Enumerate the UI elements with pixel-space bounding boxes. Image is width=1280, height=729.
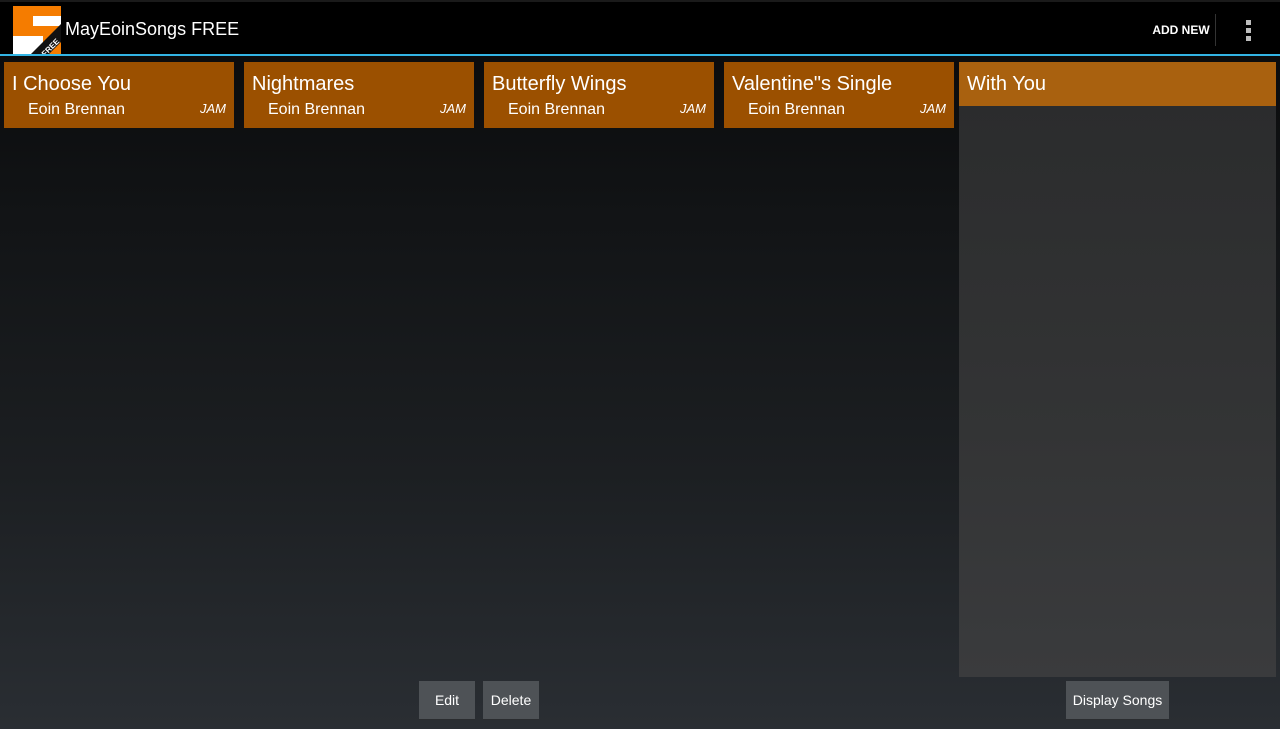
song-tag: JAM: [680, 101, 706, 116]
action-bar: FREE MayEoinSongs FREE ADD NEW: [0, 0, 1280, 58]
song-tag: JAM: [200, 101, 226, 116]
song-tile[interactable]: Butterfly Wings Eoin Brennan JAM: [484, 62, 714, 128]
display-songs-button[interactable]: Display Songs: [1066, 681, 1169, 720]
edit-button[interactable]: Edit: [419, 681, 475, 720]
add-new-button[interactable]: ADD NEW: [1147, 14, 1215, 46]
action-divider: [1215, 14, 1216, 46]
selected-song-header[interactable]: With You: [959, 62, 1276, 106]
selected-song-panel: With You: [959, 62, 1276, 677]
song-tile[interactable]: I Choose You Eoin Brennan JAM: [4, 62, 234, 128]
song-title: Butterfly Wings: [492, 73, 627, 95]
delete-button[interactable]: Delete: [483, 681, 539, 720]
song-tile[interactable]: Nightmares Eoin Brennan JAM: [244, 62, 474, 128]
overflow-dot: [1245, 19, 1251, 25]
selected-song-title: With You: [967, 73, 1046, 95]
song-artist: Eoin Brennan: [748, 101, 845, 118]
song-artist: Eoin Brennan: [268, 101, 365, 118]
song-tile[interactable]: Valentine"s Single Eoin Brennan JAM: [724, 62, 954, 128]
app-title: MayEoinSongs FREE: [65, 19, 240, 39]
app-logo-icon[interactable]: FREE: [13, 6, 62, 58]
song-artist: Eoin Brennan: [508, 101, 605, 118]
song-title: Valentine"s Single: [732, 73, 893, 95]
song-title: Nightmares: [252, 73, 355, 95]
overflow-menu-icon[interactable]: [1228, 12, 1268, 48]
song-tag: JAM: [920, 101, 946, 116]
overflow-dot: [1245, 27, 1251, 33]
overflow-dot: [1245, 35, 1251, 41]
song-tag: JAM: [440, 101, 466, 116]
song-title: I Choose You: [12, 73, 131, 95]
song-artist: Eoin Brennan: [28, 101, 125, 118]
